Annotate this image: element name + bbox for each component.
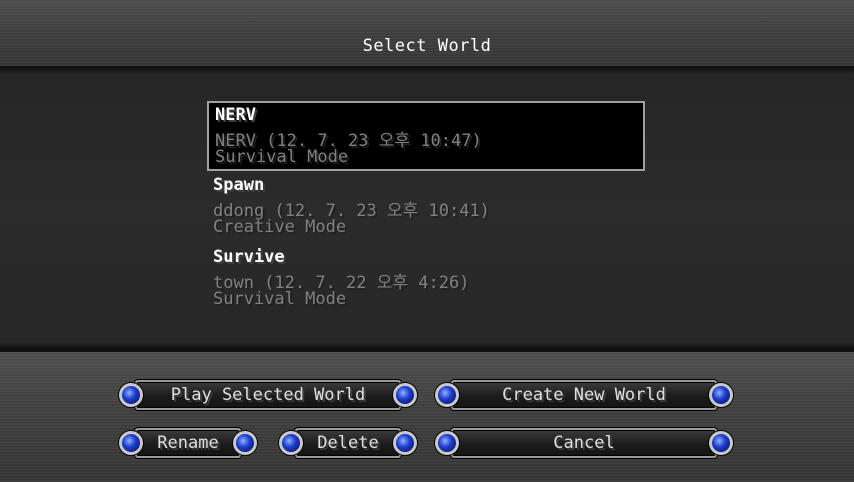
cancel-button[interactable]: Cancel xyxy=(433,426,735,460)
play-selected-world-button[interactable]: Play Selected World xyxy=(117,378,419,412)
header-bar xyxy=(0,0,854,68)
button-label: Create New World xyxy=(502,385,666,405)
world-entry-spawn[interactable]: Spawn ddong (12. 7. 23 오후 10:41) Creativ… xyxy=(207,173,645,243)
button-label: Delete xyxy=(317,433,379,453)
button-label: Cancel xyxy=(553,433,615,453)
page-title: Select World xyxy=(362,36,492,56)
button-label: Rename xyxy=(157,433,219,453)
world-entry-nerv[interactable]: NERV NERV (12. 7. 23 오후 10:47) Survival … xyxy=(207,101,645,171)
world-name: Spawn xyxy=(213,175,265,195)
create-new-world-button[interactable]: Create New World xyxy=(433,378,735,412)
world-game-mode: Creative Mode xyxy=(213,217,347,237)
world-game-mode: Survival Mode xyxy=(215,147,349,167)
button-label: Play Selected World xyxy=(170,385,366,405)
world-name: NERV xyxy=(215,105,256,125)
rename-button[interactable]: Rename xyxy=(117,426,259,460)
footer-bar xyxy=(0,350,854,482)
world-name: Survive xyxy=(213,247,285,267)
delete-button[interactable]: Delete xyxy=(277,426,419,460)
world-entry-survive[interactable]: Survive town (12. 7. 22 오후 4:26) Surviva… xyxy=(207,245,645,315)
world-game-mode: Survival Mode xyxy=(213,289,347,309)
